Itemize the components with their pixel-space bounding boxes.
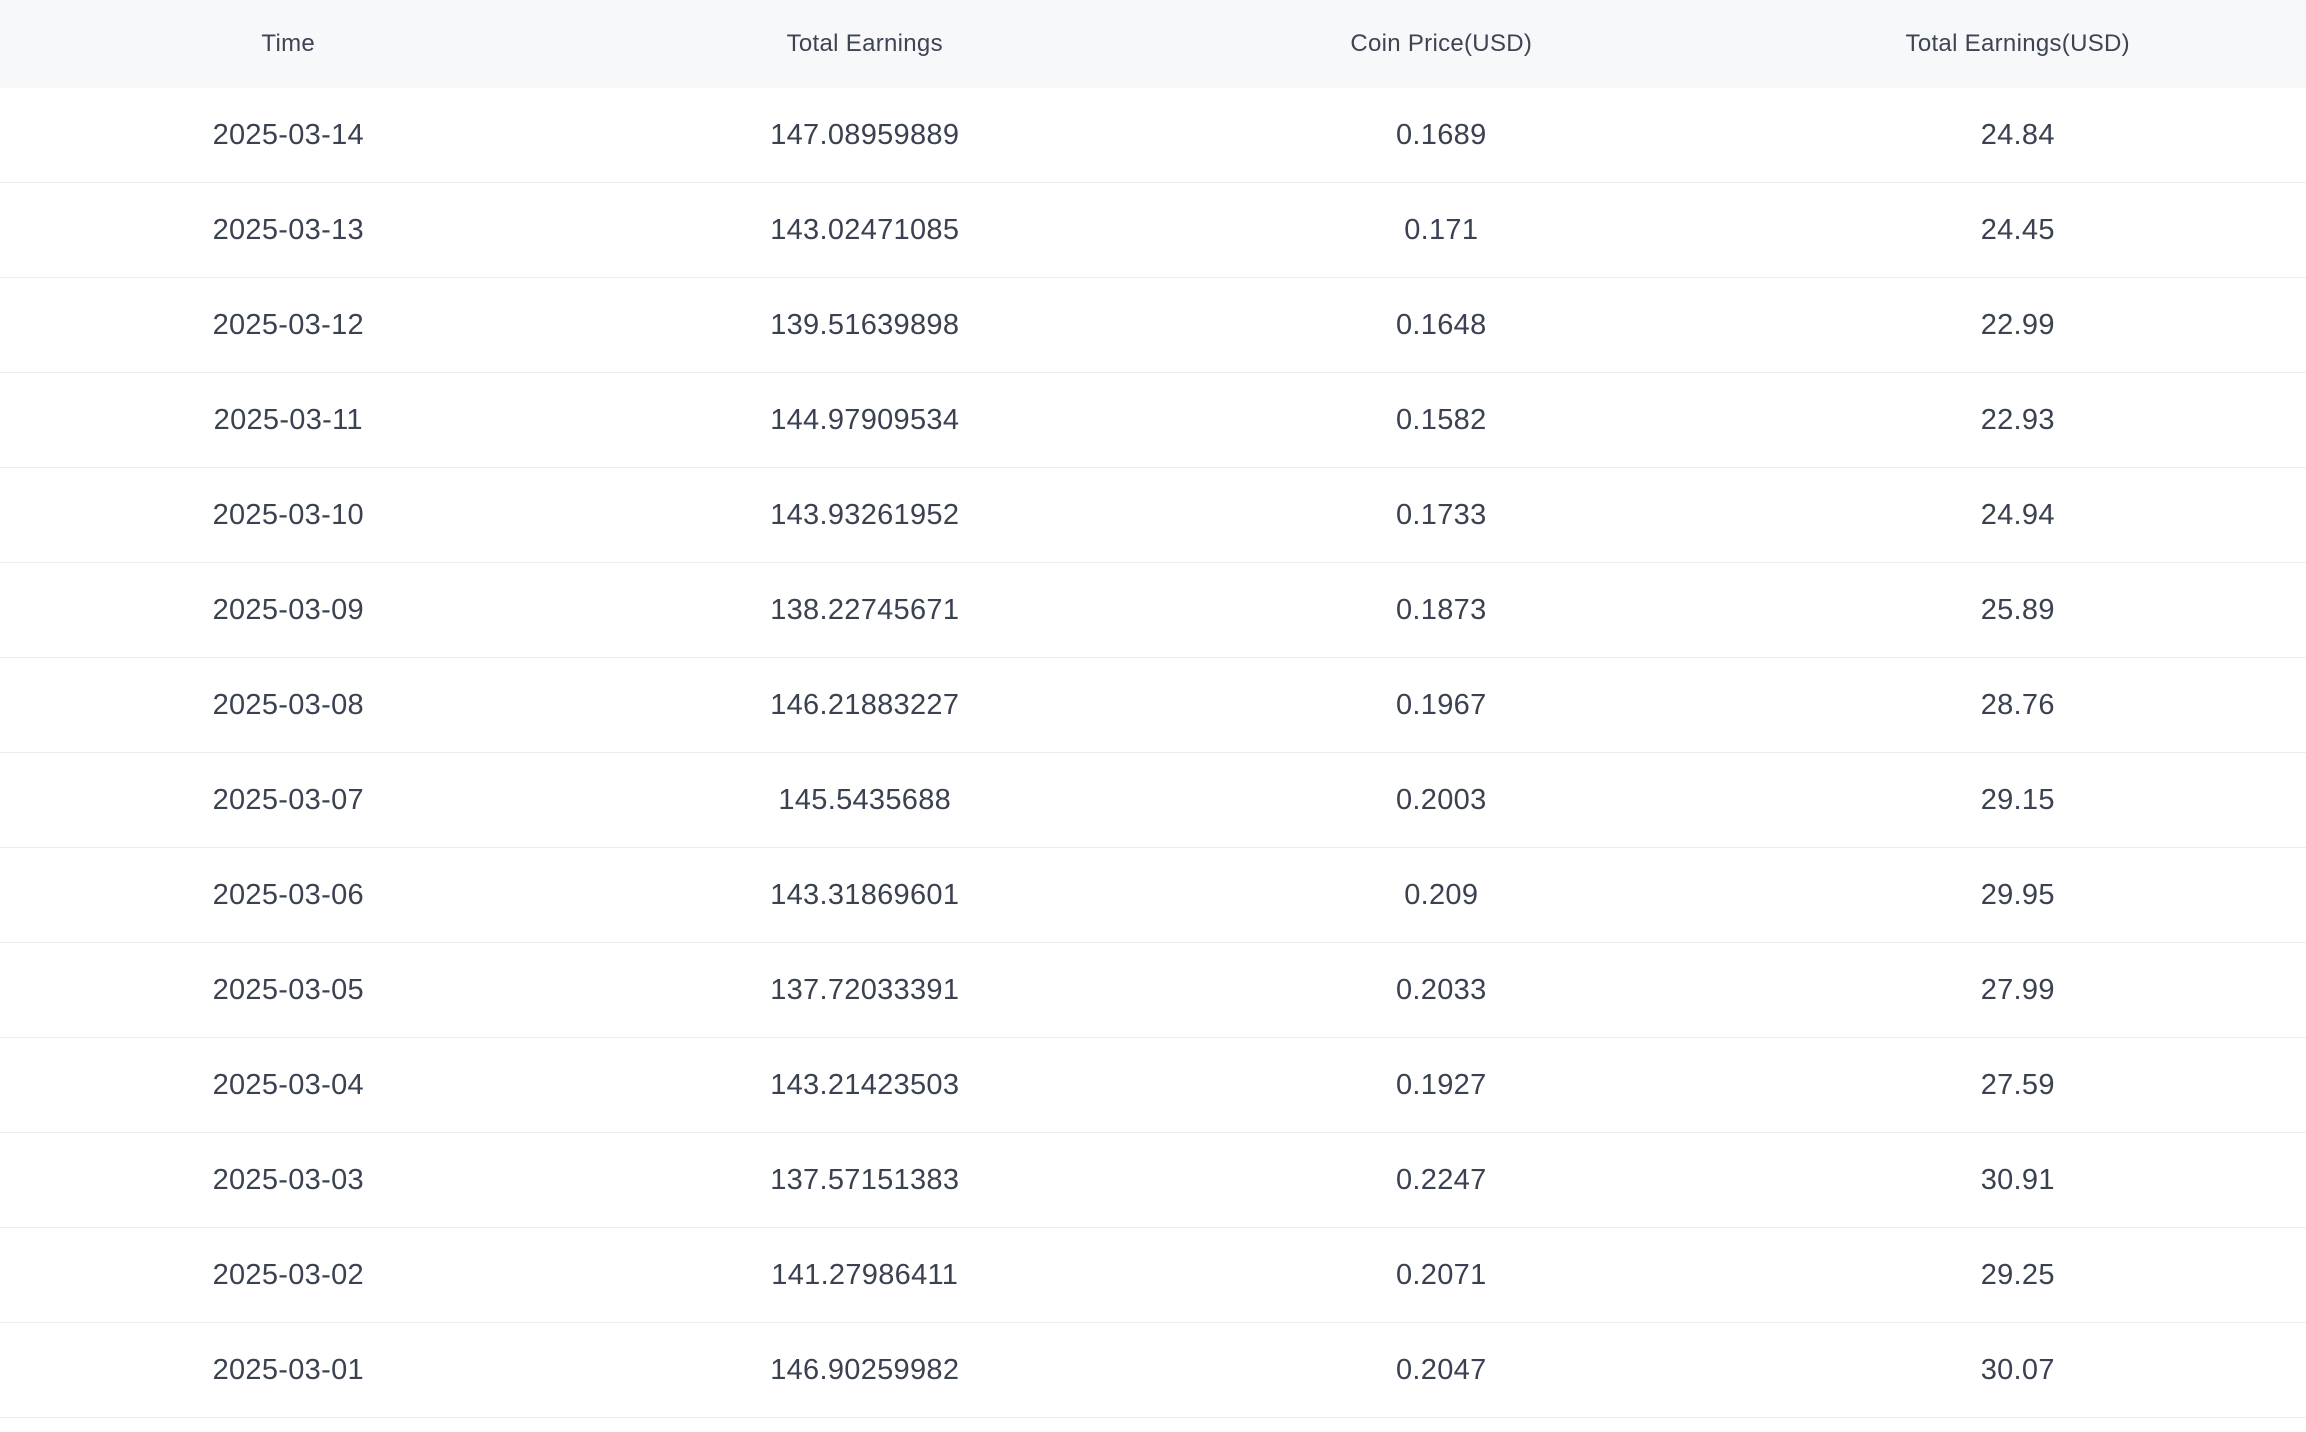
cell-coin-price: 0.209 <box>1404 878 1479 911</box>
cell-total-earnings-usd: 25.89 <box>1980 593 2055 626</box>
cell-total-earnings: 143.21423503 <box>770 1068 960 1101</box>
cell-total-earnings: 138.22745671 <box>770 593 960 626</box>
cell-time: 2025-03-06 <box>212 878 364 911</box>
cell-coin-price: 0.2071 <box>1396 1258 1487 1291</box>
cell-total-earnings: 146.90259982 <box>770 1353 960 1386</box>
cell-total-earnings: 147.08959889 <box>770 118 960 151</box>
cell-total-earnings: 143.93261952 <box>770 498 960 531</box>
cell-total-earnings: 143.02471085 <box>770 213 960 246</box>
column-header-total-earnings: Total Earnings <box>786 30 943 57</box>
cell-total-earnings: 143.31869601 <box>770 878 960 911</box>
table-row: 2025-03-10 143.93261952 0.1733 24.94 <box>0 468 2306 563</box>
cell-total-earnings-usd: 28.76 <box>1980 688 2055 721</box>
cell-time: 2025-03-12 <box>212 308 364 341</box>
cell-coin-price: 0.1648 <box>1396 308 1487 341</box>
cell-time: 2025-03-07 <box>212 783 364 816</box>
column-header-time: Time <box>261 30 316 57</box>
cell-time: 2025-03-11 <box>213 403 363 436</box>
cell-coin-price: 0.171 <box>1404 213 1479 246</box>
cell-coin-price: 0.2003 <box>1396 783 1487 816</box>
cell-total-earnings-usd: 30.91 <box>1980 1163 2055 1196</box>
table-row: 2025-03-01 146.90259982 0.2047 30.07 <box>0 1323 2306 1418</box>
table-row: 2025-03-05 137.72033391 0.2033 27.99 <box>0 943 2306 1038</box>
cell-time: 2025-03-14 <box>212 118 364 151</box>
cell-total-earnings: 145.5435688 <box>778 783 952 816</box>
column-header-total-earnings-usd: Total Earnings(USD) <box>1905 30 2130 57</box>
table-row: 2025-03-07 145.5435688 0.2003 29.15 <box>0 753 2306 848</box>
cell-total-earnings: 141.27986411 <box>771 1258 959 1291</box>
cell-total-earnings-usd: 24.94 <box>1980 498 2055 531</box>
cell-coin-price: 0.1927 <box>1396 1068 1487 1101</box>
cell-coin-price: 0.2047 <box>1396 1353 1487 1386</box>
cell-total-earnings-usd: 29.95 <box>1980 878 2055 911</box>
cell-time: 2025-03-04 <box>212 1068 364 1101</box>
earnings-table: Time Total Earnings Coin Price(USD) Tota… <box>0 0 2306 1418</box>
table-row: 2025-03-06 143.31869601 0.209 29.95 <box>0 848 2306 943</box>
cell-time: 2025-03-13 <box>212 213 364 246</box>
table-row: 2025-03-08 146.21883227 0.1967 28.76 <box>0 658 2306 753</box>
table-row: 2025-03-03 137.57151383 0.2247 30.91 <box>0 1133 2306 1228</box>
cell-total-earnings-usd: 24.84 <box>1980 118 2055 151</box>
table-row: 2025-03-13 143.02471085 0.171 24.45 <box>0 183 2306 278</box>
cell-total-earnings: 146.21883227 <box>770 688 960 721</box>
cell-total-earnings-usd: 24.45 <box>1980 213 2055 246</box>
cell-total-earnings-usd: 27.59 <box>1980 1068 2055 1101</box>
table-row: 2025-03-02 141.27986411 0.2071 29.25 <box>0 1228 2306 1323</box>
table-row: 2025-03-14 147.08959889 0.1689 24.84 <box>0 88 2306 183</box>
cell-time: 2025-03-10 <box>212 498 364 531</box>
cell-total-earnings: 137.57151383 <box>770 1163 960 1196</box>
cell-time: 2025-03-08 <box>212 688 364 721</box>
cell-total-earnings-usd: 30.07 <box>1980 1353 2055 1386</box>
cell-coin-price: 0.1967 <box>1396 688 1487 721</box>
table-row: 2025-03-11 144.97909534 0.1582 22.93 <box>0 373 2306 468</box>
cell-time: 2025-03-01 <box>212 1353 364 1386</box>
table-row: 2025-03-09 138.22745671 0.1873 25.89 <box>0 563 2306 658</box>
cell-total-earnings-usd: 29.15 <box>1980 783 2055 816</box>
cell-coin-price: 0.1582 <box>1396 403 1487 436</box>
cell-time: 2025-03-05 <box>212 973 364 1006</box>
cell-time: 2025-03-09 <box>212 593 364 626</box>
cell-total-earnings-usd: 22.93 <box>1980 403 2055 436</box>
cell-total-earnings: 139.51639898 <box>770 308 960 341</box>
cell-total-earnings: 144.97909534 <box>770 403 960 436</box>
cell-time: 2025-03-03 <box>212 1163 364 1196</box>
cell-total-earnings-usd: 27.99 <box>1980 973 2055 1006</box>
cell-total-earnings-usd: 29.25 <box>1980 1258 2055 1291</box>
cell-coin-price: 0.1689 <box>1396 118 1487 151</box>
cell-coin-price: 0.2033 <box>1396 973 1487 1006</box>
column-header-coin-price: Coin Price(USD) <box>1350 30 1533 57</box>
cell-coin-price: 0.1873 <box>1396 593 1487 626</box>
cell-coin-price: 0.2247 <box>1396 1163 1487 1196</box>
table-row: 2025-03-12 139.51639898 0.1648 22.99 <box>0 278 2306 373</box>
table-body: 2025-03-14 147.08959889 0.1689 24.84 2025-03… <box>0 88 2306 1418</box>
table-header: Time Total Earnings Coin Price(USD) Tota… <box>0 0 2306 88</box>
cell-time: 2025-03-02 <box>212 1258 364 1291</box>
table-row: 2025-03-04 143.21423503 0.1927 27.59 <box>0 1038 2306 1133</box>
cell-total-earnings-usd: 22.99 <box>1980 308 2055 341</box>
cell-total-earnings: 137.72033391 <box>770 973 960 1006</box>
cell-coin-price: 0.1733 <box>1396 498 1487 531</box>
